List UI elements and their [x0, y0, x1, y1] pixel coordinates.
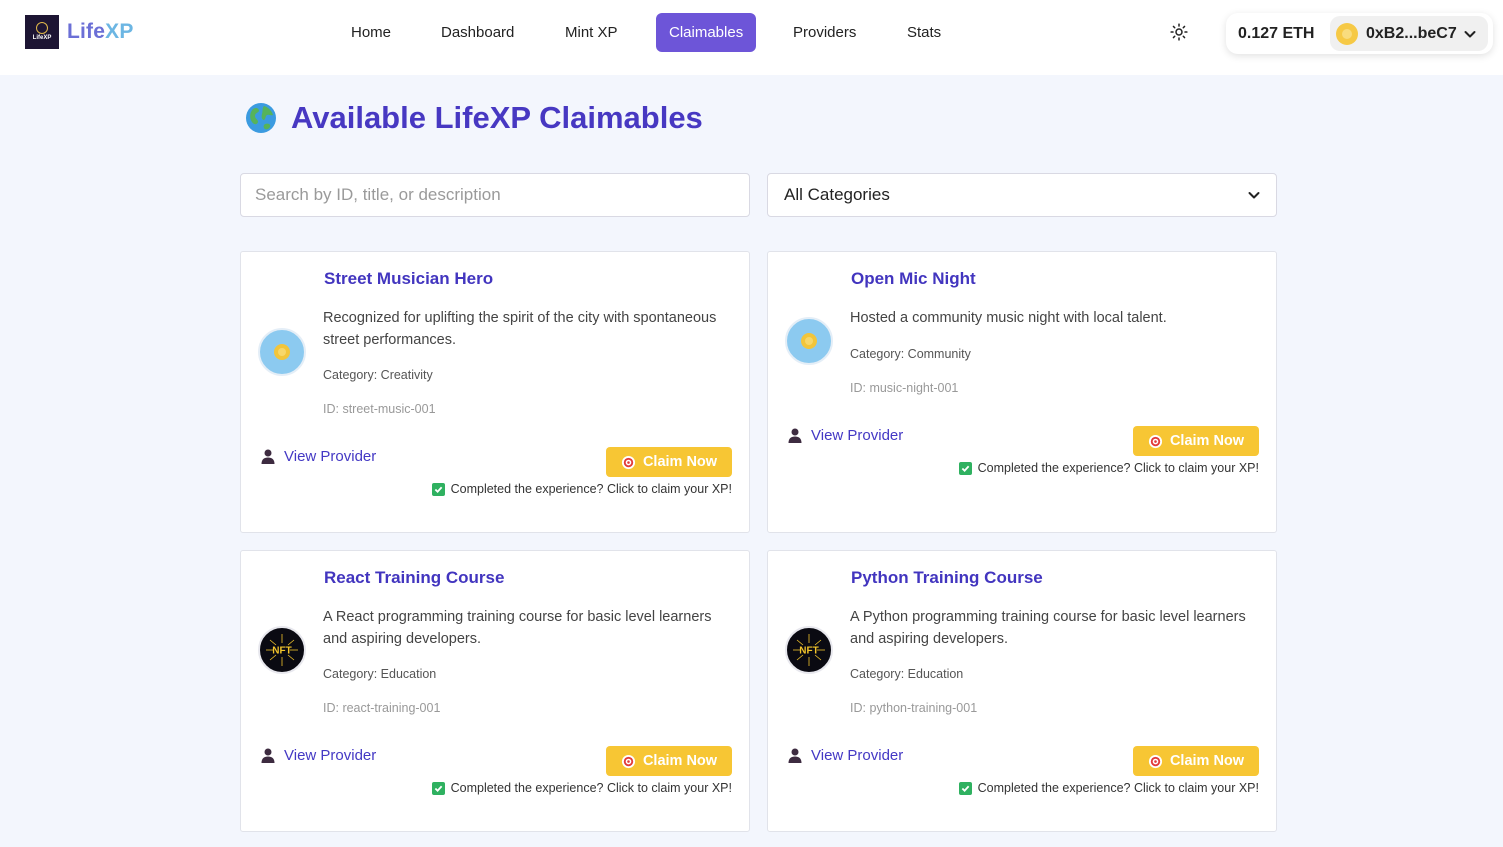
claimable-title: React Training Course [324, 568, 505, 587]
check-icon [958, 781, 972, 795]
target-icon [621, 754, 635, 768]
theme-toggle-button[interactable] [1168, 21, 1190, 43]
user-icon [261, 449, 275, 464]
coin-icon [258, 328, 306, 376]
claim-hint: Completed the experience? Click to claim… [431, 482, 732, 496]
target-icon [621, 455, 635, 469]
claimable-title: Python Training Course [851, 568, 1043, 587]
globe-icon [246, 103, 276, 133]
claimable-title: Open Mic Night [851, 269, 976, 288]
nav-dashboard[interactable]: Dashboard [428, 13, 527, 52]
claimable-id: ID: python-training-001 [850, 701, 978, 715]
claim-hint: Completed the experience? Click to claim… [958, 461, 1259, 475]
chevron-down-icon [1248, 192, 1260, 199]
claimable-id: ID: music-night-001 [850, 381, 959, 395]
nav-stats[interactable]: Stats [894, 13, 954, 52]
claimable-card: React Training Course NFT A React progra… [240, 550, 750, 832]
claimable-category: Category: Education [850, 667, 964, 681]
user-icon [788, 748, 802, 763]
view-provider-link[interactable]: View Provider [788, 427, 903, 444]
claimable-card: Street Musician Hero Recognized for upli… [240, 251, 750, 533]
wallet-address: 0xB2...beC7 [1366, 24, 1457, 42]
user-icon [788, 428, 802, 443]
chevron-down-icon [1464, 30, 1476, 37]
svg-text:NFT: NFT [799, 646, 818, 657]
lifexp-logo: LifeXP [25, 15, 59, 49]
wallet-widget: 0.127 ETH 0xB2...beC7 [1226, 13, 1493, 54]
claim-hint: Completed the experience? Click to claim… [958, 781, 1259, 795]
view-provider-link[interactable]: View Provider [788, 747, 903, 764]
view-provider-link[interactable]: View Provider [261, 747, 376, 764]
claimable-card: Python Training Course NFT A Python prog… [767, 550, 1277, 832]
claimable-category: Category: Community [850, 347, 971, 361]
category-select[interactable]: All Categories [767, 173, 1277, 217]
claimable-description: Hosted a community music night with loca… [850, 310, 1167, 326]
claimable-id: ID: react-training-001 [323, 701, 441, 715]
claimable-id: ID: street-music-001 [323, 402, 436, 416]
claimable-category: Category: Creativity [323, 368, 433, 382]
claim-now-button[interactable]: Claim Now [1133, 746, 1259, 776]
claimable-category: Category: Education [323, 667, 437, 681]
claimable-description: Recognized for uplifting the spirit of t… [323, 310, 717, 348]
brand-logo-link[interactable]: LifeXP LifeXP [25, 15, 134, 49]
claimable-description: A React programming training course for … [323, 609, 712, 647]
view-provider-link[interactable]: View Provider [261, 448, 376, 465]
claimable-card: Open Mic Night Hosted a community music … [767, 251, 1277, 533]
account-button[interactable]: 0xB2...beC7 [1330, 16, 1488, 51]
check-icon [958, 461, 972, 475]
nav-providers[interactable]: Providers [780, 13, 869, 52]
nft-icon: NFT [785, 626, 833, 674]
nav-home[interactable]: Home [338, 13, 404, 52]
top-navbar: LifeXP LifeXP Home Dashboard Mint XP Cla… [0, 0, 1503, 75]
claim-now-button[interactable]: Claim Now [606, 746, 732, 776]
check-icon [431, 482, 445, 496]
claimable-description: A Python programming training course for… [850, 609, 1246, 647]
user-icon [261, 748, 275, 763]
claim-now-button[interactable]: Claim Now [1133, 426, 1259, 456]
category-select-value: All Categories [784, 185, 890, 204]
sun-icon [1170, 23, 1188, 41]
page-heading: Available LifeXP Claimables [291, 100, 703, 135]
account-avatar [1336, 22, 1358, 45]
claimable-title: Street Musician Hero [324, 269, 494, 288]
brand-name: LifeXP [67, 20, 134, 43]
claim-now-button[interactable]: Claim Now [606, 447, 732, 477]
nav-claimables[interactable]: Claimables [656, 13, 757, 52]
claim-hint: Completed the experience? Click to claim… [431, 781, 732, 795]
search-input[interactable] [240, 173, 750, 217]
target-icon [1148, 754, 1162, 768]
svg-text:NFT: NFT [272, 646, 291, 657]
check-icon [431, 781, 445, 795]
target-icon [1148, 434, 1162, 448]
nav-mint-xp[interactable]: Mint XP [552, 13, 631, 52]
nft-icon: NFT [258, 626, 306, 674]
eth-balance[interactable]: 0.127 ETH [1238, 25, 1330, 43]
page-title: Available LifeXP Claimables [245, 100, 703, 136]
coin-icon [785, 317, 833, 365]
